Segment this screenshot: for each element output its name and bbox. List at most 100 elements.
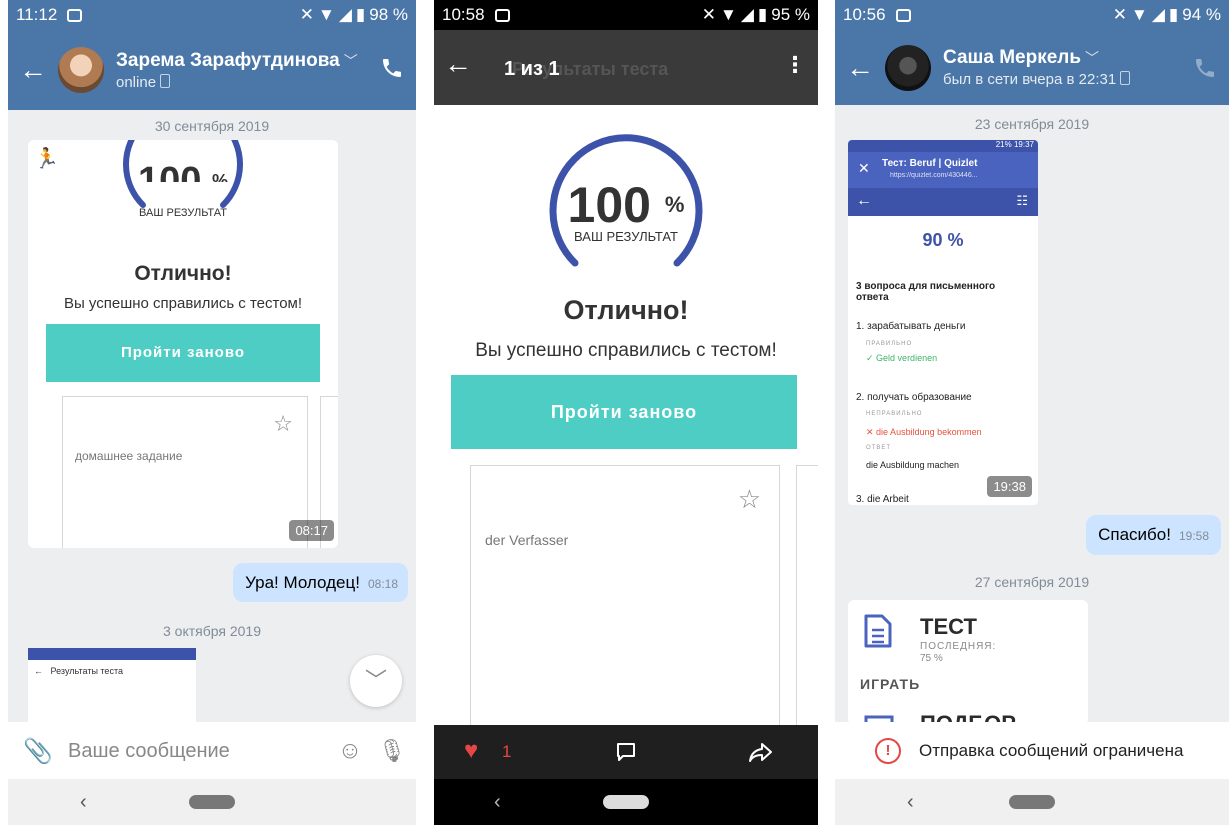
shot-url: https://quizlet.com/430446... xyxy=(890,172,978,179)
photo-content[interactable]: 100 % ВАШ РЕЗУЛЬТАТ Отлично! Вы успешно … xyxy=(434,105,818,725)
warning-icon: ! xyxy=(875,738,901,764)
avatar[interactable] xyxy=(58,47,104,93)
score-value: 100 % xyxy=(567,177,685,233)
message-input[interactable]: Ваше сообщение xyxy=(68,740,332,763)
chat-panel-sasha: 10:56 ✕ ▼ ◢ ▮ 94 % ← Саша Меркель ﹀ был в… xyxy=(835,0,1229,825)
shot-statusbar: 21% 19:37 xyxy=(848,140,1038,152)
comment-icon[interactable] xyxy=(614,740,638,764)
message-composer: 📎 Ваше сообщение ☺ 🎙 xyxy=(8,722,416,780)
battery-icon: ▮ xyxy=(757,5,768,24)
shot-q1: 1. зарабатывать деньги xyxy=(856,321,966,332)
date-separator: 30 сентября 2019 xyxy=(154,118,270,134)
chat-header: ← Зарема Зарафутдинова ﹀ online xyxy=(8,30,416,110)
last-value: 75 % xyxy=(920,653,943,664)
shot-section: 3 вопроса для письменного ответа xyxy=(856,281,996,303)
outgoing-message[interactable]: Спасибо! 19:58 xyxy=(1086,515,1221,555)
back-arrow-icon[interactable]: ← xyxy=(444,48,472,80)
back-arrow-icon[interactable]: ← xyxy=(835,52,885,84)
outgoing-message[interactable]: Ура! Молодец! 08:18 xyxy=(233,563,408,602)
photo-viewer-panel: 10:58 ✕ ▼ ◢ ▮ 95 % ← Результаты теста 1 … xyxy=(434,0,818,825)
battery-level: 98 % xyxy=(369,5,408,24)
heart-icon[interactable]: ♥ xyxy=(464,737,478,765)
shot-q3: 3. die Arbeit xyxy=(856,494,909,505)
shot-q1-status: ПРАВИЛЬНО xyxy=(866,341,913,347)
retry-button[interactable]: Пройти заново xyxy=(451,375,797,449)
chat-panel-zarema: 11:12 ✕ ▼ ◢ ▮ 98 % ← Зарема Зарафутдинов… xyxy=(8,0,416,825)
microphone-icon[interactable]: 🎙 xyxy=(368,738,416,764)
phone-icon[interactable] xyxy=(1193,56,1217,80)
nav-back-icon[interactable]: ‹ xyxy=(907,791,914,814)
shot-q2-label: ОТВЕТ xyxy=(866,445,892,451)
restricted-bar: ! Отправка сообщений ограничена xyxy=(835,722,1229,780)
android-navbar: ‹ xyxy=(434,779,818,825)
nav-home-pill[interactable] xyxy=(603,795,649,809)
notification-icon xyxy=(67,8,83,22)
date-separator: 27 сентября 2019 xyxy=(974,574,1090,590)
status-time: 10:58 xyxy=(442,5,485,24)
share-icon[interactable] xyxy=(748,740,774,764)
notification-icon xyxy=(494,8,510,22)
star-icon[interactable]: ☆ xyxy=(738,484,761,515)
test-title: ТЕСТ xyxy=(920,614,977,639)
nav-back-icon[interactable]: ‹ xyxy=(494,791,501,814)
chevron-down-icon: ﹀ xyxy=(1085,50,1100,66)
message-text: Спасибо! xyxy=(1098,525,1171,544)
back-arrow-icon: ← xyxy=(856,192,872,209)
more-icon[interactable]: ⋮ xyxy=(784,52,806,78)
status-bar: 10:58 ✕ ▼ ◢ ▮ 95 % xyxy=(434,0,818,30)
message-time: 08:18 xyxy=(367,577,398,591)
screenshot-thumbnail[interactable]: ← Результаты теста xyxy=(28,648,196,728)
flashcard[interactable]: ☆ домашнее задание xyxy=(62,396,308,548)
nav-home-pill[interactable] xyxy=(189,795,235,809)
shot-score: 90 % xyxy=(922,230,964,250)
date-separator: 3 октября 2019 xyxy=(163,623,261,639)
mute-icon: ✕ xyxy=(701,5,716,24)
star-icon[interactable]: ☆ xyxy=(273,411,293,437)
nav-back-icon[interactable]: ‹ xyxy=(80,791,87,814)
shot-nav: ← ☷ xyxy=(848,188,1038,216)
message-time: 19:58 xyxy=(1178,529,1209,543)
scroll-down-button[interactable]: ﹀ xyxy=(350,655,402,707)
screenshot-image[interactable]: 21% 19:37 ✕ Тест: Beruf | Quizlet https:… xyxy=(848,140,1038,505)
wifi-icon: ▼ xyxy=(317,5,335,24)
wifi-icon: ▼ xyxy=(719,5,737,24)
thumb-title: ← Результаты теста xyxy=(34,666,123,676)
result-message: Вы успешно справились с тестом! xyxy=(63,295,303,312)
mobile-icon xyxy=(1120,71,1131,85)
status-time: 10:56 xyxy=(843,5,886,24)
contact-name[interactable]: Саша Меркель ﹀ xyxy=(943,47,1130,69)
flashcard-term: der Verfasser xyxy=(485,532,569,548)
thumb-statusbar xyxy=(28,648,196,660)
nav-home-pill[interactable] xyxy=(1009,795,1055,809)
signal-icon: ◢ xyxy=(338,5,352,24)
result-heading: Отлично! xyxy=(134,262,232,285)
contact-status: online xyxy=(116,73,358,91)
shot-q2-correct: die Ausbildung machen xyxy=(866,460,960,470)
back-arrow-icon[interactable]: ← xyxy=(8,54,58,86)
chevron-down-icon: ﹀ xyxy=(343,52,358,69)
chat-header: ← Саша Меркель ﹀ был в сети вчера в 22:31 xyxy=(835,30,1229,105)
sticker-icon[interactable]: ☺ xyxy=(332,737,368,765)
status-bar: 11:12 ✕ ▼ ◢ ▮ 98 % xyxy=(8,0,416,30)
status-bar: 10:56 ✕ ▼ ◢ ▮ 94 % xyxy=(835,0,1229,30)
result-message: Вы успешно справились с тестом! xyxy=(475,340,777,361)
document-icon xyxy=(864,614,892,648)
play-button[interactable]: ИГРАТЬ xyxy=(860,676,920,692)
signal-icon: ◢ xyxy=(1151,5,1165,24)
battery-level: 95 % xyxy=(771,5,810,24)
quiz-result-card[interactable]: 🏃 100 % ВАШ РЕЗУЛЬТАТ Отлично! Вы успешн… xyxy=(28,140,338,548)
phone-icon[interactable] xyxy=(380,56,404,80)
mute-icon: ✕ xyxy=(1112,5,1127,24)
like-count: 1 xyxy=(502,742,512,761)
flashcard[interactable]: ☆ der Verfasser xyxy=(470,465,780,725)
status-time: 11:12 xyxy=(16,5,58,24)
shot-q2-status: НЕПРАВИЛЬНО xyxy=(866,411,923,417)
contact-name[interactable]: Зарема Зарафутдинова ﹀ xyxy=(116,50,358,72)
avatar[interactable] xyxy=(885,44,931,91)
score-label: ВАШ РЕЗУЛЬТАТ xyxy=(139,207,227,219)
attach-icon[interactable]: 📎 xyxy=(8,737,68,766)
photo-counter: 1 из 1 xyxy=(504,58,560,80)
retry-button[interactable]: Пройти заново xyxy=(46,324,320,382)
quizlet-test-card[interactable]: ТЕСТ ПОСЛЕДНЯЯ: 75 % ИГРАТЬ ПОДБОР xyxy=(848,600,1088,725)
score-label: ВАШ РЕЗУЛЬТАТ xyxy=(574,229,678,244)
